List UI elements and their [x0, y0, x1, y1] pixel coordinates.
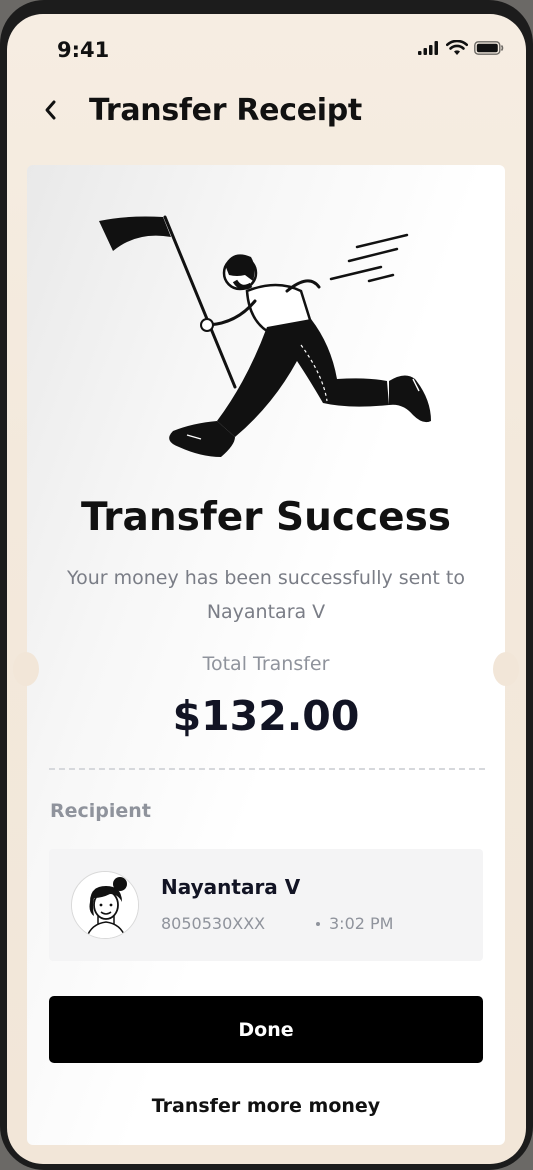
transfer-time-text: 3:02 PM [329, 914, 394, 933]
transfer-more-money-link[interactable]: Transfer more money [27, 1095, 505, 1117]
header: Transfer Receipt [7, 89, 526, 139]
running-man-illustration [99, 215, 431, 457]
total-transfer-label: Total Transfer [202, 653, 330, 675]
avatar-illustration [72, 872, 138, 938]
status-icons [418, 40, 504, 56]
chevron-left-icon [45, 100, 56, 120]
dashed-divider [49, 768, 485, 770]
recipient-phone: 8050530XXX [161, 914, 266, 933]
success-title: Transfer Success [80, 495, 452, 540]
avatar [71, 871, 139, 939]
total-transfer-amount: $132.00 [172, 692, 360, 740]
done-button[interactable]: Done [49, 996, 483, 1063]
back-button[interactable] [35, 95, 65, 125]
status-bar: 9:41 [7, 14, 526, 74]
success-message: Your money has been successfully sent to… [67, 567, 465, 623]
screen: 9:41 Transfer Receipt Transfer Success Y… [7, 14, 526, 1164]
status-time: 9:41 [57, 38, 110, 62]
page-title: Transfer Receipt [89, 93, 362, 128]
wifi-icon [446, 40, 468, 55]
transfer-time: 3:02 PM [314, 914, 393, 933]
recipient-card: Nayantara V 8050530XXX 3:02 PM [49, 849, 483, 961]
recipient-section-label: Recipient [50, 800, 151, 822]
recipient-name: Nayantara V [161, 875, 301, 899]
phone-frame: 9:41 Transfer Receipt Transfer Success Y… [0, 0, 533, 1170]
signal-icon [418, 41, 438, 55]
battery-icon [474, 41, 504, 55]
receipt-card: Transfer Success Your money has been suc… [13, 165, 519, 1145]
